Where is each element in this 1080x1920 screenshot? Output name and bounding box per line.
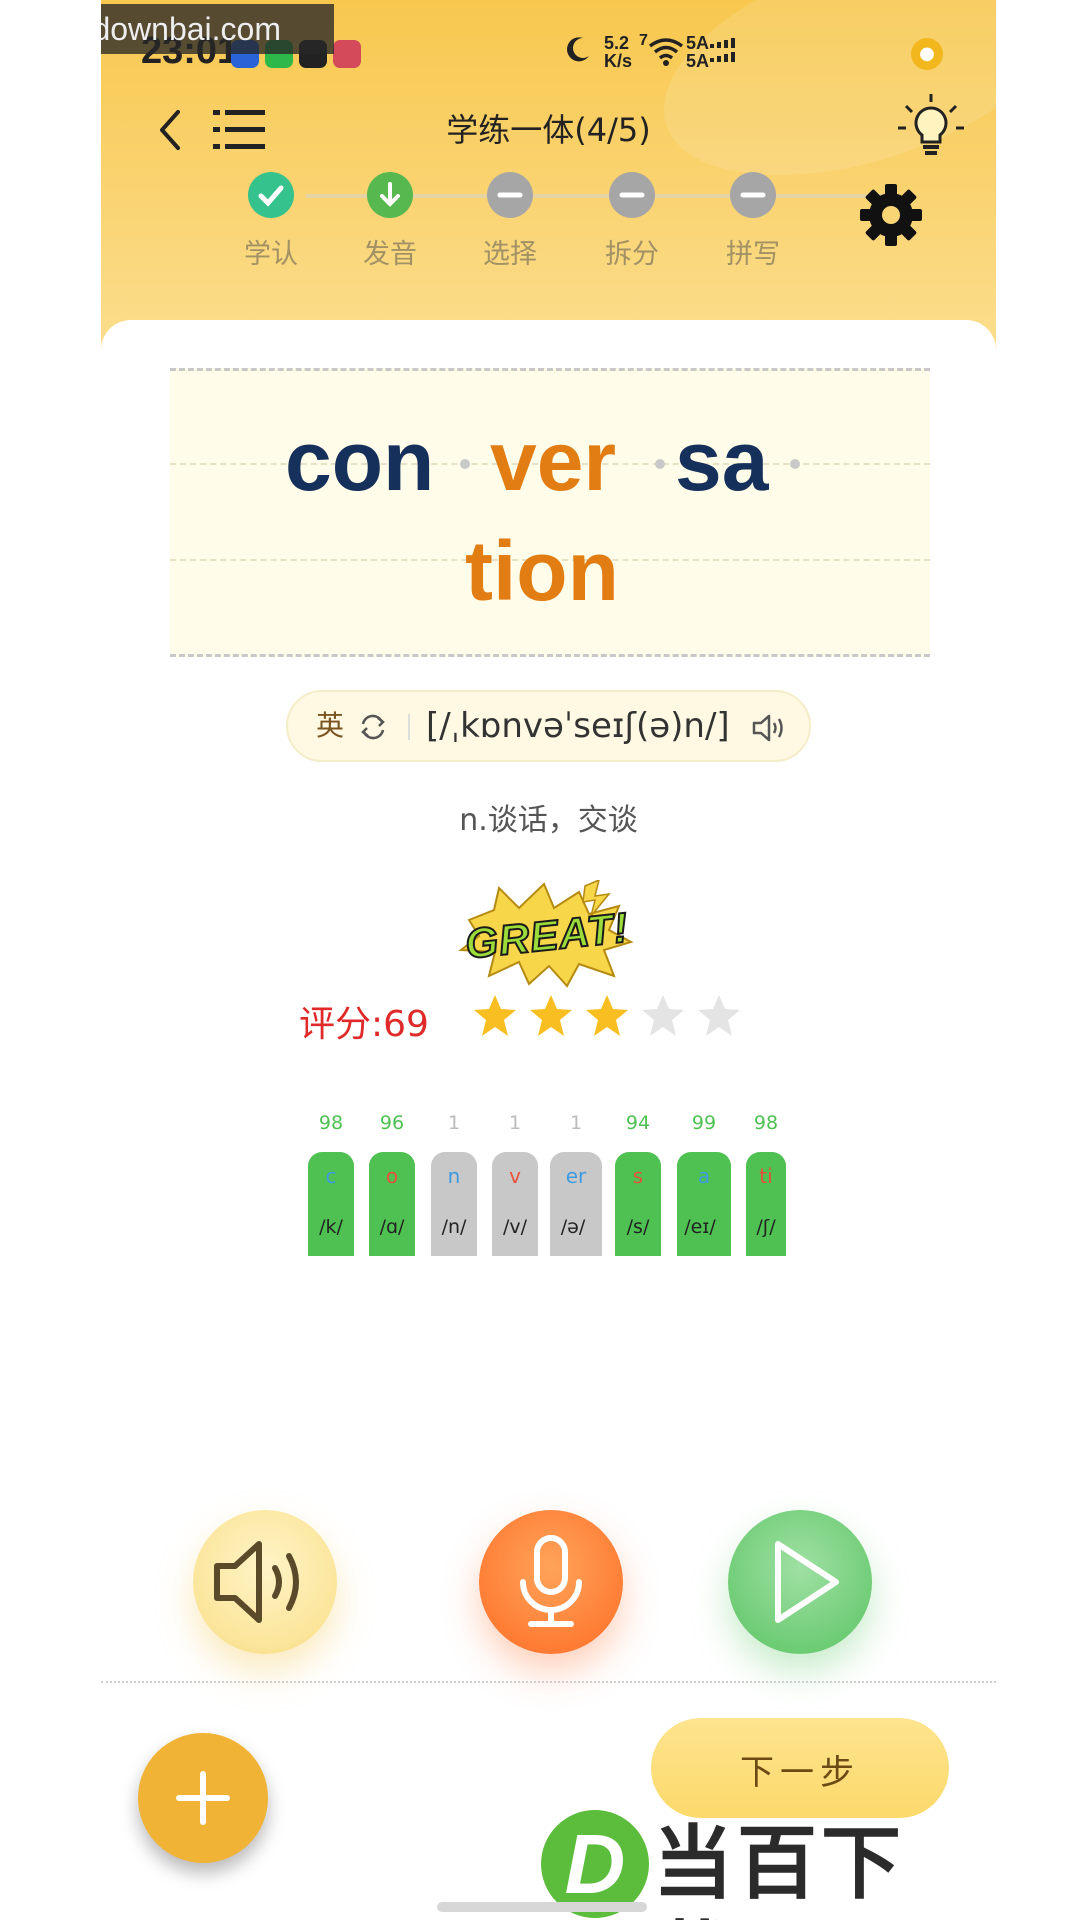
syllable: tion [465, 524, 619, 618]
speaker-icon [214, 1541, 299, 1623]
star-filled-icon [474, 995, 516, 1036]
footer-divider [101, 1681, 996, 1683]
microphone-icon [520, 1535, 582, 1627]
step-learn[interactable]: 学认 [221, 172, 321, 271]
next-step-label: 下一步 [740, 1753, 860, 1793]
star-empty-icon [642, 995, 684, 1036]
signal-labels: 5A 5A [686, 33, 710, 71]
chevron-left-icon [160, 110, 180, 150]
step-choose[interactable]: 选择 [460, 172, 560, 271]
phoneme-score: 1 v /v/ [492, 1112, 538, 1256]
phoneme-score: 1 n /n/ [431, 1112, 477, 1256]
moon-icon [567, 37, 589, 62]
syllable: con [285, 414, 435, 508]
step-spell[interactable]: 拼写 [703, 172, 803, 271]
check-icon [248, 172, 294, 218]
speaker-icon [752, 714, 783, 742]
syllable-separator [460, 459, 470, 469]
minus-icon [487, 172, 533, 218]
minus-icon [609, 172, 655, 218]
switch-accent-button[interactable] [356, 710, 390, 744]
arrow-down-icon [367, 172, 413, 218]
hint-button[interactable] [896, 92, 966, 162]
pronunciation-bar: 英 [/ˌkɒnvəˈseɪʃ(ə)n/] [286, 690, 811, 762]
step-label: 学认 [244, 239, 298, 270]
step-label: 发音 [363, 239, 417, 270]
gear-icon [860, 184, 922, 246]
word-display: con ver sa tion [170, 368, 930, 657]
step-label: 拆分 [605, 239, 659, 270]
back-button[interactable] [146, 100, 196, 160]
step-progress: 学认 发音 选择 拆分 拼写 [101, 160, 996, 270]
lightbulb-icon [898, 94, 964, 155]
app-screen: 23:01 5.2K/s 7 5A5A ● www.downbai.com [101, 0, 996, 1920]
playback-button[interactable] [728, 1510, 872, 1654]
minus-icon [730, 172, 776, 218]
phoneme-score: 99 a /eɪ/ [677, 1112, 731, 1256]
syllable: sa [675, 414, 769, 508]
star-empty-icon [698, 995, 740, 1036]
add-button[interactable] [138, 1733, 268, 1863]
step-split[interactable]: 拆分 [582, 172, 682, 271]
page-title: 学练一体(4/5) [446, 111, 651, 149]
phonetic-transcription: [/ˌkɒnvəˈseɪʃ(ə)n/] [426, 706, 730, 746]
great-badge: GREAT! [449, 878, 639, 990]
listen-button[interactable] [193, 1510, 337, 1654]
syllable-separator [655, 459, 665, 469]
menu-button[interactable] [213, 108, 267, 152]
step-pronounce[interactable]: 发音 [340, 172, 440, 271]
accent-label[interactable]: 英 [316, 692, 344, 760]
phoneme-score: 94 s /s/ [615, 1112, 661, 1256]
mic-active-indicator: ● [911, 38, 943, 70]
star-filled-icon [530, 995, 572, 1036]
list-icon [213, 110, 265, 149]
play-pronunciation-button[interactable] [750, 708, 790, 748]
next-step-button[interactable]: 下一步 [651, 1718, 949, 1818]
star-filled-icon [586, 995, 628, 1036]
syllable-separator [790, 459, 800, 469]
watermark: www.downbai.com [101, 4, 334, 54]
word-meaning: n.谈话，交谈 [459, 803, 638, 838]
record-button[interactable] [479, 1510, 623, 1654]
divider [408, 714, 410, 740]
refresh-icon [361, 714, 385, 740]
phoneme-score: 96 o /ɑ/ [369, 1112, 415, 1256]
home-indicator[interactable] [437, 1902, 647, 1912]
phoneme-score: 98 ti /ʃ/ [746, 1112, 786, 1256]
step-label: 选择 [483, 239, 537, 270]
wifi-icon [648, 38, 684, 66]
phoneme-score: 98 c /k/ [308, 1112, 354, 1256]
network-speed: 5.2 K/s [604, 33, 633, 71]
step-label: 拼写 [726, 239, 780, 270]
signal-bars-icon [710, 38, 735, 62]
notification-app-icon [333, 40, 361, 68]
score-label: 评分:69 [299, 1004, 429, 1045]
syllable: ver [490, 414, 617, 508]
logo-text: 当百下载 [653, 1817, 905, 1920]
phoneme-score: 1 er /ə/ [550, 1112, 602, 1256]
play-icon [775, 1541, 839, 1623]
settings-button[interactable] [856, 180, 926, 250]
